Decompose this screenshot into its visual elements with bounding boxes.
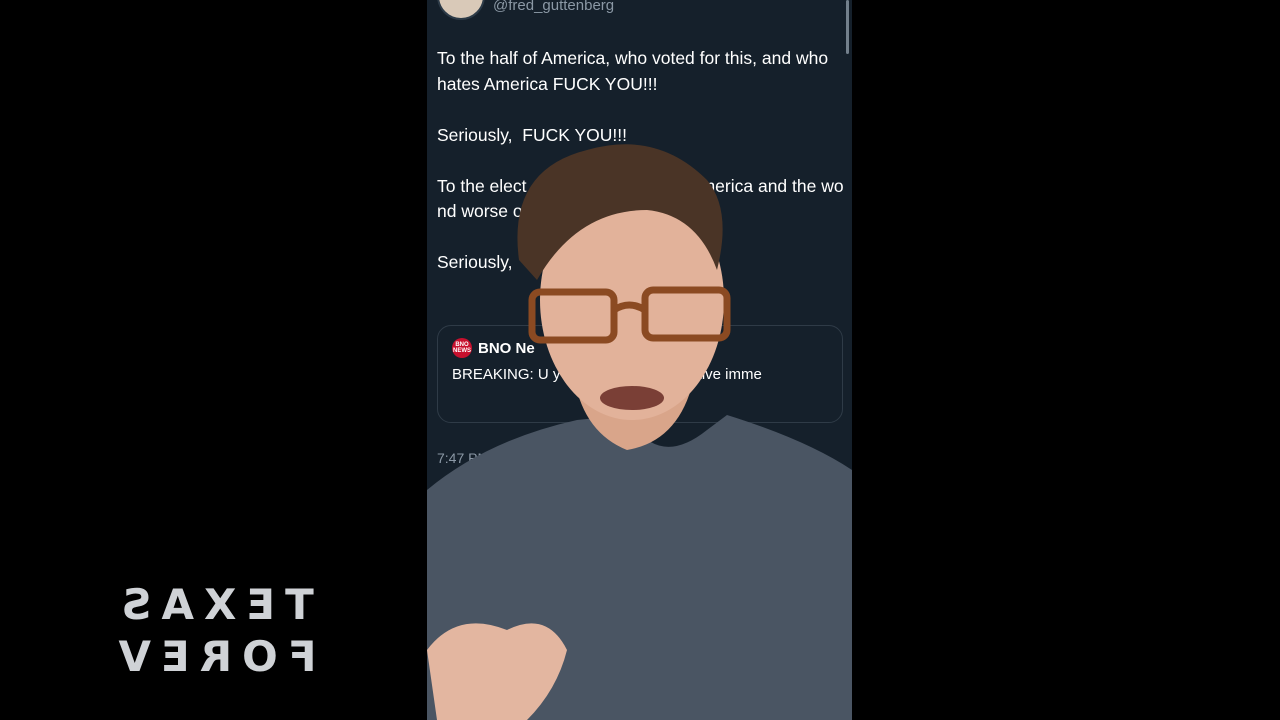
tweet-paragraph-1: To the half of America, who voted for th… [437, 48, 833, 94]
tweet-timestamp: 7:47 PM [437, 450, 490, 466]
quoted-tweet-text: BREAKING: U y aid to Ukraine, effective … [452, 366, 762, 383]
shirt-print-line-1: TEXAS [111, 580, 314, 629]
tweet-paragraph-3: To the elect e making America and the wo… [437, 175, 844, 222]
bno-news-logo: BNO NEWS [452, 338, 472, 358]
tweet-paragraph-2: Seriously, FUCK YOU!!! [437, 124, 627, 145]
quoted-tweet-card[interactable]: BNO NEWS BNO Ne BREAKING: U y aid to Ukr… [437, 325, 843, 423]
avatar[interactable] [437, 0, 485, 20]
tweet-screen: @fred_guttenberg To the half of America,… [427, 0, 852, 720]
tweet-body: To the half of America, who voted for th… [437, 46, 847, 301]
tweet-paragraph-4: Seriously, [437, 252, 513, 272]
quoted-tweet-header: BNO NEWS BNO Ne [452, 338, 828, 358]
reply-button[interactable] [797, 610, 843, 644]
user-handle[interactable]: @fred_guttenberg [493, 0, 614, 14]
mail-icon[interactable] [807, 671, 829, 689]
shirt-print-line-2: FOREV [108, 632, 317, 681]
quoted-source-name: BNO Ne [478, 339, 535, 357]
